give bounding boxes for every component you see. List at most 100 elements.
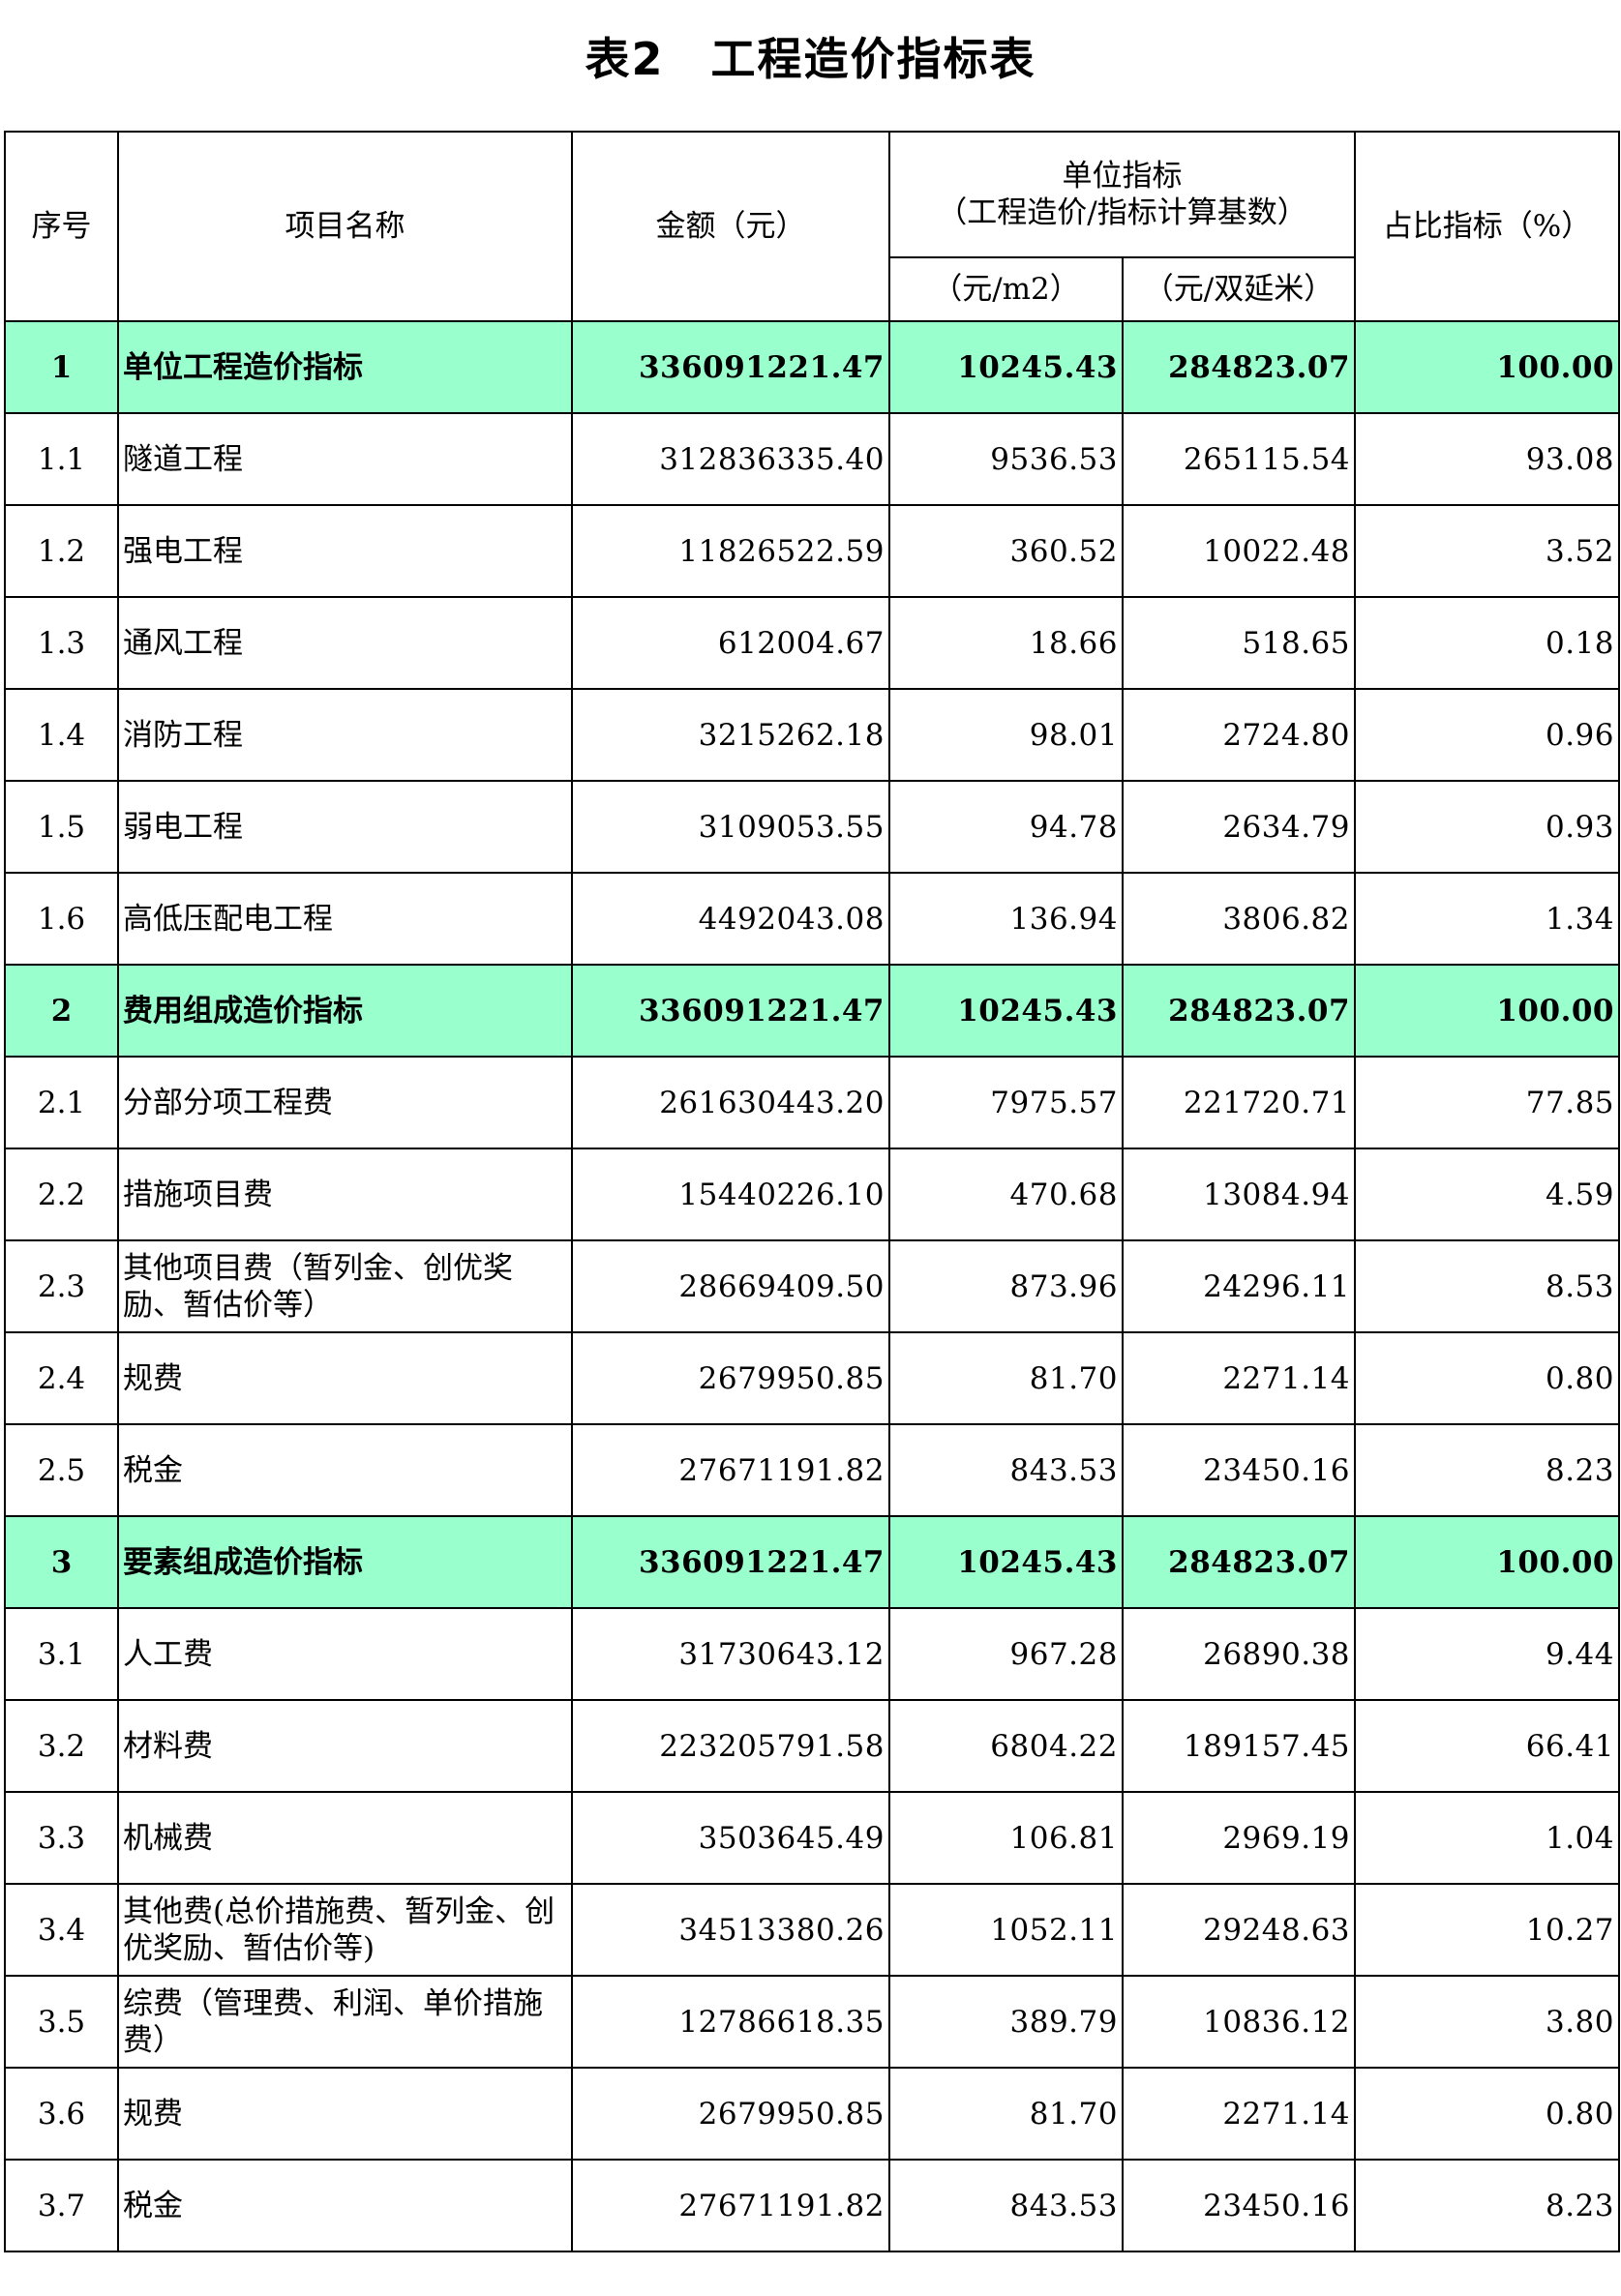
section-row: 2 费用组成造价指标 336091221.47 10245.43 284823.07 10… [4, 964, 1621, 1058]
table-row: 1.6 高低压配电工程 4492043.08 136.94 3806.82 1.34 [4, 872, 1621, 966]
cell-per-double-m: 2271.14 [1121, 1331, 1357, 1425]
table-row: 1.4 消防工程 3215262.18 98.01 2724.80 0.96 [4, 688, 1621, 782]
cell-per-double-m: 29248.63 [1121, 1883, 1357, 1977]
cell-per-m2: 7975.57 [888, 1056, 1124, 1149]
table-row: 3.3 机械费 3503645.49 106.81 2969.19 1.04 [4, 1791, 1621, 1885]
cell-seq: 1.2 [4, 504, 119, 598]
cell-amount: 336091221.47 [571, 1515, 890, 1609]
cell-name: 综费（管理费、利润、单价措施费） [117, 1975, 573, 2069]
table-row: 3.5 综费（管理费、利润、单价措施费） 12786618.35 389.79 1083… [4, 1975, 1621, 2069]
cell-amount: 223205791.58 [571, 1699, 890, 1793]
table-row: 2.4 规费 2679950.85 81.70 2271.14 0.80 [4, 1331, 1621, 1425]
cell-amount: 312836335.40 [571, 412, 890, 506]
cell-ratio: 4.59 [1354, 1148, 1621, 1241]
cell-seq: 3.3 [4, 1791, 119, 1885]
cell-amount: 34513380.26 [571, 1883, 890, 1977]
cell-amount: 28669409.50 [571, 1239, 890, 1333]
table-row: 3.4 其他费(总价措施费、暂列金、创优奖励、暂估价等) 34513380.26 10… [4, 1883, 1621, 1977]
cell-amount: 31730643.12 [571, 1607, 890, 1701]
cell-ratio: 0.80 [1354, 1331, 1621, 1425]
cell-amount: 336091221.47 [571, 964, 890, 1058]
table-row: 3.6 规费 2679950.85 81.70 2271.14 0.80 [4, 2067, 1621, 2161]
cell-ratio: 8.53 [1354, 1239, 1621, 1333]
cell-per-m2: 389.79 [888, 1975, 1124, 2069]
table-row: 3.7 税金 27671191.82 843.53 23450.16 8.23 [4, 2159, 1621, 2252]
cell-name: 税金 [117, 1423, 573, 1517]
cell-amount: 3503645.49 [571, 1791, 890, 1885]
cell-amount: 2679950.85 [571, 2067, 890, 2161]
cell-seq: 3.6 [4, 2067, 119, 2161]
cell-ratio: 93.08 [1354, 412, 1621, 506]
cell-seq: 1.5 [4, 780, 119, 874]
table-row: 3.1 人工费 31730643.12 967.28 26890.38 9.44 [4, 1607, 1621, 1701]
cell-name: 措施项目费 [117, 1148, 573, 1241]
section-row: 3 要素组成造价指标 336091221.47 10245.43 284823.07 10… [4, 1515, 1621, 1609]
table-row: 2.3 其他项目费（暂列金、创优奖励、暂估价等） 28669409.50 873.96… [4, 1239, 1621, 1333]
cell-seq: 2 [4, 964, 119, 1058]
cell-ratio: 77.85 [1354, 1056, 1621, 1149]
cell-name: 高低压配电工程 [117, 872, 573, 966]
cell-per-m2: 873.96 [888, 1239, 1124, 1333]
cell-name: 人工费 [117, 1607, 573, 1701]
cell-name: 弱电工程 [117, 780, 573, 874]
header-seq: 序号 [4, 131, 119, 322]
cell-amount: 12786618.35 [571, 1975, 890, 2069]
cell-seq: 3.4 [4, 1883, 119, 1977]
cell-ratio: 66.41 [1354, 1699, 1621, 1793]
cell-ratio: 100.00 [1354, 320, 1621, 414]
cell-seq: 1.6 [4, 872, 119, 966]
cell-per-double-m: 23450.16 [1121, 2159, 1357, 2252]
cell-name: 规费 [117, 1331, 573, 1425]
cell-per-m2: 10245.43 [888, 964, 1124, 1058]
cell-per-m2: 1052.11 [888, 1883, 1124, 1977]
cell-per-double-m: 3806.82 [1121, 872, 1357, 966]
cell-per-m2: 360.52 [888, 504, 1124, 598]
cell-amount: 3215262.18 [571, 688, 890, 782]
table-row: 3.2 材料费 223205791.58 6804.22 189157.45 66.41 [4, 1699, 1621, 1793]
table-row: 1.2 强电工程 11826522.59 360.52 10022.48 3.52 [4, 504, 1621, 598]
cell-per-m2: 967.28 [888, 1607, 1124, 1701]
cell-amount: 336091221.47 [571, 320, 890, 414]
cell-per-double-m: 189157.45 [1121, 1699, 1357, 1793]
cell-per-double-m: 284823.07 [1121, 964, 1357, 1058]
cell-per-double-m: 2724.80 [1121, 688, 1357, 782]
cell-ratio: 0.80 [1354, 2067, 1621, 2161]
cell-name: 材料费 [117, 1699, 573, 1793]
table-row: 2.2 措施项目费 15440226.10 470.68 13084.94 4.59 [4, 1148, 1621, 1241]
cost-index-table: 序号 项目名称 金额（元） 单位指标 （工程造价/指标计算基数） 占比指标（%）… [4, 131, 1621, 2252]
cell-seq: 2.1 [4, 1056, 119, 1149]
cell-per-double-m: 2634.79 [1121, 780, 1357, 874]
table-row: 1.3 通风工程 612004.67 18.66 518.65 0.18 [4, 596, 1621, 690]
cell-name: 隧道工程 [117, 412, 573, 506]
cell-seq: 3.2 [4, 1699, 119, 1793]
cell-per-m2: 81.70 [888, 2067, 1124, 2161]
cell-name: 其他费(总价措施费、暂列金、创优奖励、暂估价等) [117, 1883, 573, 1977]
cell-name: 其他项目费（暂列金、创优奖励、暂估价等） [117, 1239, 573, 1333]
cell-ratio: 10.27 [1354, 1883, 1621, 1977]
cell-ratio: 100.00 [1354, 964, 1621, 1058]
cell-amount: 27671191.82 [571, 1423, 890, 1517]
table-row: 1.1 隧道工程 312836335.40 9536.53 265115.54 93.08 [4, 412, 1621, 506]
cell-per-m2: 81.70 [888, 1331, 1124, 1425]
cell-ratio: 0.18 [1354, 596, 1621, 690]
cell-name: 要素组成造价指标 [117, 1515, 573, 1609]
cell-ratio: 8.23 [1354, 2159, 1621, 2252]
cell-per-double-m: 265115.54 [1121, 412, 1357, 506]
cell-seq: 3.7 [4, 2159, 119, 2252]
cell-ratio: 3.80 [1354, 1975, 1621, 2069]
cell-ratio: 3.52 [1354, 504, 1621, 598]
cell-per-double-m: 2271.14 [1121, 2067, 1357, 2161]
cell-seq: 2.2 [4, 1148, 119, 1241]
cell-seq: 1.3 [4, 596, 119, 690]
cell-per-double-m: 221720.71 [1121, 1056, 1357, 1149]
header-unit-index-line2: （工程造价/指标计算基数） [937, 195, 1307, 230]
cell-seq: 3 [4, 1515, 119, 1609]
table-body: 1 单位工程造价指标 336091221.47 10245.43 284823.07 10… [4, 320, 1621, 2252]
cell-per-m2: 10245.43 [888, 1515, 1124, 1609]
cell-seq: 1 [4, 320, 119, 414]
cell-per-double-m: 13084.94 [1121, 1148, 1357, 1241]
cell-per-m2: 98.01 [888, 688, 1124, 782]
cell-per-double-m: 23450.16 [1121, 1423, 1357, 1517]
cell-per-m2: 6804.22 [888, 1699, 1124, 1793]
cell-ratio: 9.44 [1354, 1607, 1621, 1701]
